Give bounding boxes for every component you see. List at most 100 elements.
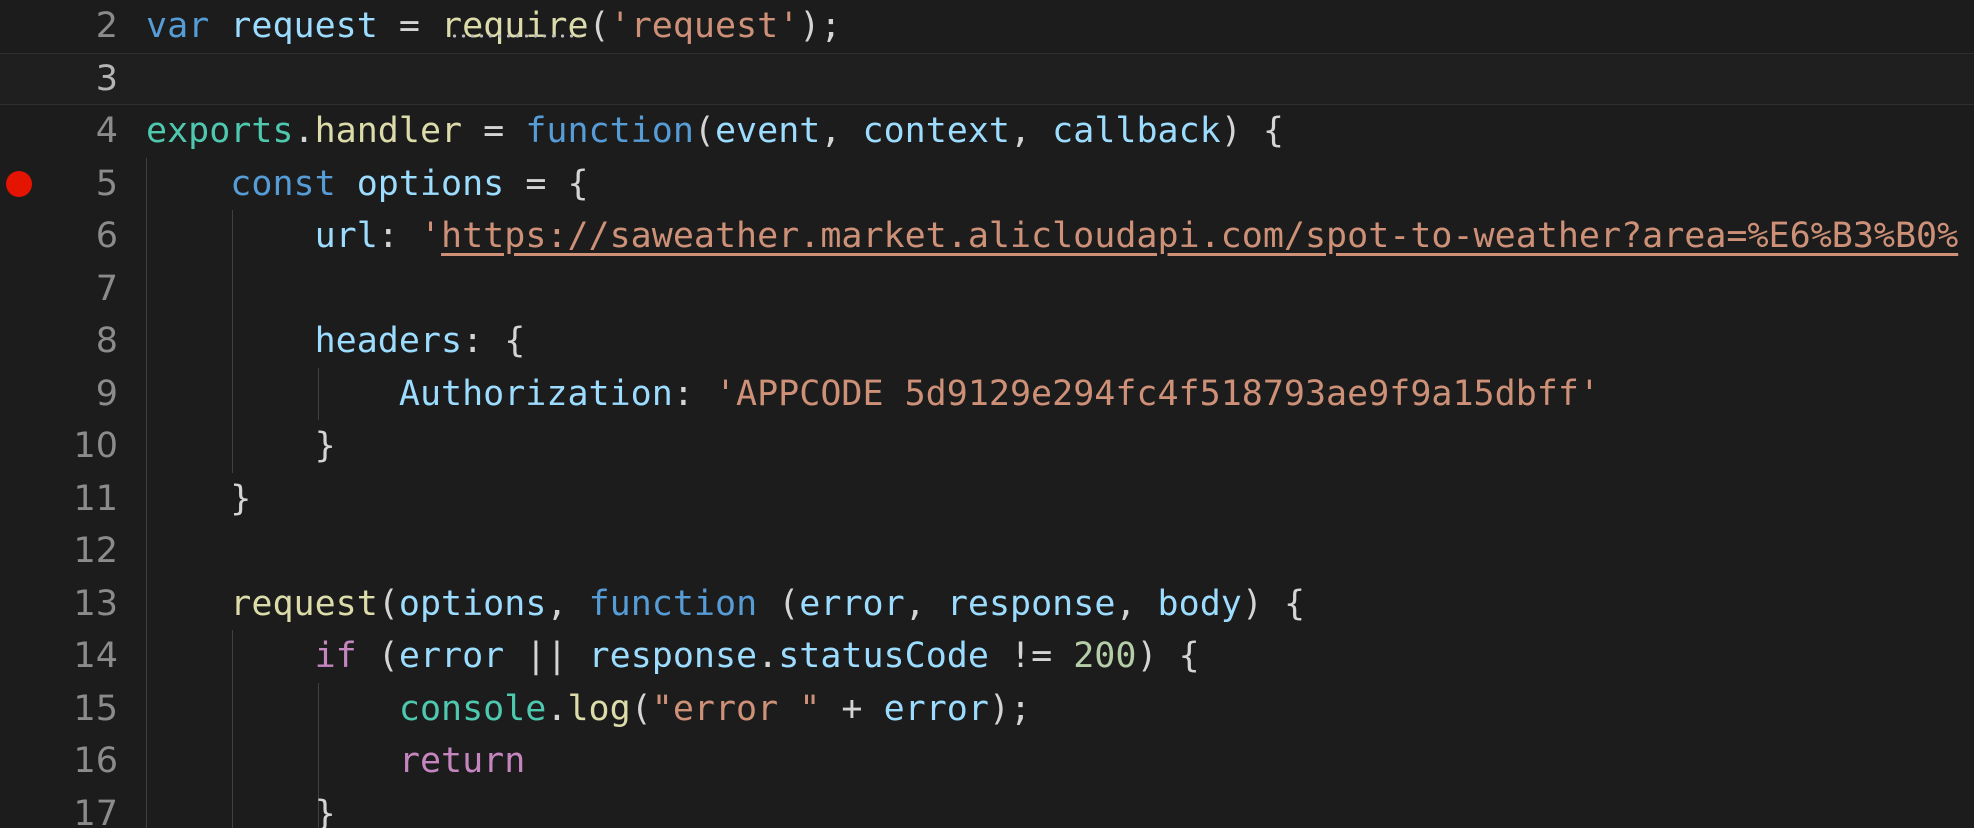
code-token: .: [757, 636, 779, 676]
code-token: (: [630, 688, 652, 729]
code-token: =: [377, 6, 442, 46]
code-line[interactable]: 17 }: [0, 787, 1974, 828]
code-token: 'APPCODE 5d9129e294fc4f518793ae9f9a15dbf…: [714, 373, 1600, 414]
code-token: Authorization: [398, 373, 673, 414]
code-line-text[interactable]: request(options, function (error, respon…: [146, 578, 1305, 631]
code-line[interactable]: 13 request(options, function (error, res…: [0, 577, 1974, 631]
code-token: }: [146, 478, 252, 519]
code-token: ,: [904, 583, 947, 624]
code-line[interactable]: 3: [0, 52, 1974, 105]
code-token: options: [398, 583, 547, 624]
code-line-text[interactable]: }: [146, 788, 336, 828]
code-line[interactable]: 10 }: [0, 420, 1974, 473]
code-token: ,: [820, 111, 863, 151]
code-token: ) {: [1241, 583, 1306, 624]
code-token: ,: [1010, 111, 1053, 151]
code-token: =: [462, 111, 526, 151]
code-line[interactable]: 12: [0, 525, 1974, 578]
indent-guide-line: [146, 525, 147, 578]
code-token: response: [946, 583, 1116, 624]
code-line[interactable]: 16 return: [0, 735, 1974, 788]
code-token: request: [230, 583, 378, 624]
code-token: var: [146, 6, 210, 46]
code-line-text[interactable]: return: [146, 735, 525, 788]
line-number: 8: [95, 321, 118, 361]
line-number: 4: [95, 111, 118, 151]
code-token: exports: [146, 111, 294, 151]
code-token: require: [441, 6, 589, 46]
code-token: function: [588, 583, 758, 624]
code-token: error: [799, 583, 905, 624]
indent-guide-line: [146, 262, 147, 315]
code-token: (: [757, 583, 800, 624]
code-line-text[interactable]: }: [146, 420, 336, 473]
code-line[interactable]: 15 console.log("error " + error);: [0, 682, 1974, 736]
code-line[interactable]: 11 }: [0, 472, 1974, 526]
code-lines-container[interactable]: 2 var request = require('request'); 3 4 expo…: [0, 0, 1974, 828]
indent-guide-line: [231, 262, 233, 315]
code-token: .: [293, 111, 315, 151]
code-token: +: [820, 688, 884, 729]
code-token: return: [398, 741, 526, 781]
code-line[interactable]: 6 url: 'https://saweather.market.aliclou…: [0, 210, 1974, 263]
code-token: (: [588, 6, 610, 46]
code-editor[interactable]: 2 var request = require('request'); 3 4 expo…: [0, 0, 1974, 828]
code-token: event: [714, 111, 821, 151]
code-line[interactable]: 8 headers: {: [0, 315, 1974, 368]
code-line[interactable]: 14 if (error || response.statusCode != 2…: [0, 630, 1974, 683]
code-token: handler: [314, 111, 463, 151]
line-number: 11: [73, 478, 118, 519]
code-token: https://saweather.market.alicloudapi.com…: [441, 216, 1959, 256]
code-token: ) {: [1220, 111, 1284, 151]
code-token: url: [314, 216, 378, 256]
code-token: );: [988, 688, 1032, 729]
code-token: function: [525, 111, 694, 151]
code-token: ,: [1115, 583, 1158, 624]
code-token: context: [862, 111, 1011, 151]
code-line-text[interactable]: var request = require('request');: [146, 0, 841, 53]
code-token: ||: [504, 636, 589, 676]
code-token: = {: [504, 163, 589, 204]
code-token: options: [356, 163, 505, 204]
code-line-text[interactable]: const options = {: [146, 158, 589, 211]
line-number: 6: [95, 216, 118, 256]
line-number: 16: [73, 741, 118, 781]
code-token: (: [356, 636, 399, 676]
code-line-text[interactable]: exports.handler = function(event, contex…: [146, 105, 1284, 158]
code-line[interactable]: 4 exports.handler = function(event, conte…: [0, 105, 1974, 158]
line-number: 12: [73, 531, 118, 571]
code-token: if: [314, 636, 357, 676]
line-number: 7: [95, 268, 118, 309]
code-line[interactable]: 9 Authorization: 'APPCODE 5d9129e294fc4f…: [0, 367, 1974, 421]
code-token: headers: [314, 321, 463, 361]
code-token: :: [672, 373, 715, 414]
code-line-text[interactable]: if (error || response.statusCode != 200)…: [146, 630, 1200, 683]
code-token: error: [398, 636, 505, 676]
code-line-text[interactable]: Authorization: 'APPCODE 5d9129e294fc4f51…: [146, 368, 1600, 421]
code-line-text[interactable]: console.log("error " + error);: [146, 683, 1031, 736]
code-line[interactable]: 5 const options = {: [0, 157, 1974, 211]
code-token: ,: [546, 583, 589, 624]
code-token: const: [230, 163, 336, 204]
code-line-text[interactable]: headers: {: [146, 315, 526, 368]
code-token: !=: [988, 636, 1074, 676]
code-token: response: [588, 636, 758, 676]
code-token: error: [883, 688, 989, 729]
line-number: 17: [73, 793, 118, 828]
line-number: 3: [95, 58, 118, 99]
code-token: ) {: [1136, 636, 1200, 676]
code-token: }: [146, 426, 336, 466]
line-number: 13: [73, 583, 118, 624]
code-line[interactable]: 7: [0, 262, 1974, 315]
code-line-text[interactable]: url: 'https://saweather.market.aliclouda…: [146, 210, 1959, 263]
code-line-text[interactable]: }: [146, 473, 251, 526]
code-line[interactable]: 2 var request = require('request');: [0, 0, 1974, 53]
line-number: 14: [73, 636, 118, 676]
